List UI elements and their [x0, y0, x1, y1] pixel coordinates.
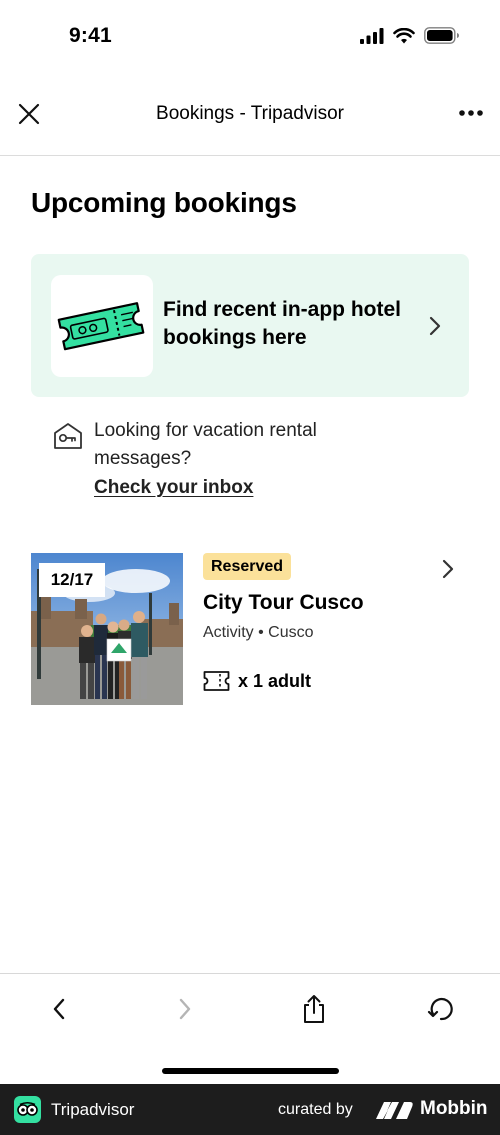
footer-brand: Mobbin — [420, 1098, 488, 1119]
guest-count: x 1 adult — [238, 671, 312, 691]
promo-text: Find recent in-app hotel bookings here — [163, 298, 402, 349]
check-inbox-link[interactable]: Check your inbox — [94, 477, 253, 499]
signal-icon — [360, 27, 384, 44]
battery-icon — [424, 27, 459, 44]
hotel-bookings-promo-card[interactable]: Find recent in-app hotel bookings here — [31, 254, 469, 397]
wifi-icon — [393, 27, 415, 43]
nav-title: Bookings - Tripadvisor — [156, 103, 344, 124]
back-button[interactable] — [44, 994, 74, 1024]
chevron-right-icon — [442, 559, 454, 579]
booking-title: City Tour Cusco — [203, 591, 364, 614]
promo-thumbnail — [51, 275, 153, 377]
forward-icon — [179, 998, 191, 1020]
mobbin-footer: Tripadvisor curated by Mobbin — [0, 1084, 500, 1135]
nav-header: Bookings - Tripadvisor — [0, 75, 500, 156]
home-indicator — [162, 1068, 339, 1074]
footer-curated-by: curated by — [278, 1101, 353, 1118]
booking-meta: Activity • Cusco — [203, 624, 314, 641]
booking-date-badge: 12/17 — [39, 563, 105, 597]
ticket-icon — [203, 671, 230, 691]
share-button[interactable] — [299, 994, 329, 1024]
rental-notice-text: Looking for vacation rental messages? — [94, 420, 317, 469]
status-icons — [360, 27, 460, 44]
back-icon — [53, 998, 65, 1020]
refresh-button[interactable] — [426, 994, 456, 1024]
booking-photo: 12/17 — [31, 553, 183, 705]
chevron-right-icon — [429, 316, 441, 336]
page-title: Upcoming bookings — [31, 187, 297, 218]
refresh-icon — [427, 997, 453, 1021]
status-time: 9:41 — [69, 24, 112, 47]
mobbin-logo-icon — [376, 1102, 413, 1119]
key-house-icon — [54, 423, 82, 449]
status-badge: Reserved — [203, 553, 292, 580]
forward-button[interactable] — [170, 994, 200, 1024]
browser-toolbar — [0, 973, 500, 1083]
more-icon — [459, 110, 483, 116]
status-bar: 9:41 — [0, 0, 500, 75]
share-icon — [304, 995, 324, 1023]
footer-app-name: Tripadvisor — [51, 1100, 135, 1119]
booking-card[interactable]: 12/17 Reserved City Tour Cusco Activity … — [31, 553, 469, 706]
tripadvisor-logo-icon — [14, 1096, 41, 1123]
ticket-illustration — [57, 302, 145, 351]
more-button[interactable] — [458, 103, 484, 123]
